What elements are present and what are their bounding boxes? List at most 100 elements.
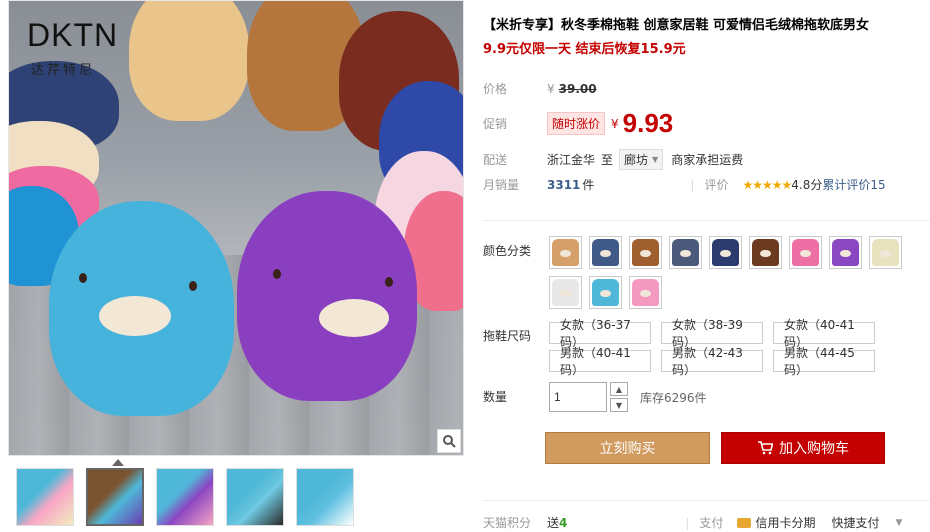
add-to-cart-label: 加入购物车	[779, 441, 849, 457]
credit-card-installment[interactable]: 信用卡分期	[755, 514, 815, 531]
divider-bar: |	[690, 177, 695, 192]
product-title: 【米折专享】秋冬季棉拖鞋 创意家居鞋 可爱情侣毛绒棉拖软底男女	[483, 18, 870, 33]
color-swatch[interactable]	[749, 236, 782, 269]
points-give: 送	[547, 516, 560, 530]
bear-eye	[385, 277, 393, 287]
price-tag-badge: 随时涨价	[547, 112, 606, 135]
product-thumbnail[interactable]	[226, 468, 284, 526]
bottom-info-row: 天猫积分 送 4 | 支付 信用卡分期 快捷支付 ▼	[483, 514, 930, 531]
bear-eye	[189, 281, 197, 291]
color-swatch[interactable]	[629, 276, 662, 309]
promo-label: 促销	[483, 117, 508, 131]
shipping-label: 配送	[483, 153, 508, 167]
bear-face	[99, 296, 171, 336]
ship-to-word: 至	[601, 153, 614, 167]
stock-count: 库存6296件	[640, 390, 707, 405]
color-swatch[interactable]	[549, 276, 582, 309]
swatch-image	[592, 239, 619, 266]
size-label: 拖鞋尺码	[483, 329, 532, 343]
ship-from: 浙江金华	[547, 153, 596, 167]
color-swatch[interactable]	[549, 236, 582, 269]
product-thumbnail[interactable]	[86, 468, 144, 526]
color-swatch[interactable]	[709, 236, 742, 269]
quantity-stepper: ▲ ▼ 库存6296件	[549, 382, 707, 412]
magnifier-icon[interactable]	[437, 429, 461, 453]
add-to-cart-button[interactable]: 加入购物车	[721, 432, 885, 464]
sales-row: 月销量 3311 件 | 评价 ★★★★★ 4.8分 累计评价15	[483, 176, 886, 193]
swatch-image	[552, 239, 579, 266]
swatch-image	[672, 239, 699, 266]
color-swatch[interactable]	[629, 236, 662, 269]
size-option-list: 女款（36-37码） 女款（38-39码） 女款（40-41码） 男款（40-41码）…	[549, 318, 929, 377]
bear-eye	[79, 273, 87, 283]
credit-card-icon	[737, 517, 752, 528]
shipping-row: 配送 浙江金华 至 廊坊 ▼ 商家承担运费	[483, 149, 743, 170]
quantity-label: 数量	[483, 390, 508, 404]
color-swatch[interactable]	[669, 236, 702, 269]
chevron-down-icon[interactable]: ▼	[610, 398, 628, 412]
promo-text: 9.9元仅限一天 结束后恢复15.9元	[483, 42, 686, 57]
color-label: 颜色分类	[483, 244, 532, 258]
product-thumbnail[interactable]	[16, 468, 74, 526]
original-price: 39.00	[558, 81, 597, 96]
promo-price-row: 促销 随时涨价 ¥ 9.93	[483, 108, 673, 139]
chevron-up-icon[interactable]: ▲	[610, 382, 628, 396]
color-swatch[interactable]	[589, 236, 622, 269]
price-label: 价格	[483, 82, 508, 96]
swatch-image	[592, 279, 619, 306]
product-page: DKTN 达芹特尼 【米折专享】秋冬季棉拖鞋 创意家居鞋 可爱情侣毛绒棉拖软底男…	[0, 0, 930, 532]
review-count-link[interactable]: 累计评价15	[822, 176, 885, 193]
swatch-image	[632, 239, 659, 266]
points-value: 4	[559, 515, 568, 530]
swatch-image	[872, 239, 899, 266]
product-thumbnail[interactable]	[156, 468, 214, 526]
pay-label: 支付	[699, 516, 724, 530]
size-option[interactable]: 男款（42-43码）	[661, 346, 763, 377]
quantity-arrows: ▲ ▼	[610, 382, 628, 412]
thumbnail-pointer	[112, 459, 124, 466]
bear-eye	[273, 269, 281, 279]
size-option[interactable]: 女款（40-41码）	[773, 318, 875, 349]
color-swatch[interactable]	[789, 236, 822, 269]
size-option[interactable]: 女款（38-39码）	[661, 318, 763, 349]
rating-score: 4.8分	[791, 178, 823, 192]
main-product-image[interactable]: DKTN 达芹特尼	[8, 0, 464, 456]
quantity-input[interactable]	[549, 382, 607, 412]
thumbnail-strip	[16, 468, 354, 526]
points-label: 天猫积分	[483, 516, 532, 530]
price-row: 价格 ¥ 39.00	[483, 80, 597, 97]
quick-pay[interactable]: 快捷支付	[831, 514, 879, 531]
chevron-down-icon[interactable]: ▼	[895, 518, 902, 528]
sales-count: 3311	[547, 177, 581, 192]
product-thumbnail[interactable]	[296, 468, 354, 526]
divider-bar: |	[685, 515, 690, 530]
brand-logo: DKTN	[27, 17, 119, 53]
size-option[interactable]: 男款（40-41码）	[549, 346, 651, 377]
swatch-image	[712, 239, 739, 266]
color-swatch[interactable]	[829, 236, 862, 269]
size-option[interactable]: 男款（44-45码）	[773, 346, 875, 377]
swatch-image	[792, 239, 819, 266]
swatch-image	[832, 239, 859, 266]
destination-city-select[interactable]: 廊坊 ▼	[619, 149, 664, 170]
buy-now-button[interactable]: 立刻购买	[545, 432, 710, 464]
currency-symbol: ¥	[611, 116, 619, 131]
star-rating-icon: ★★★★★	[742, 177, 792, 192]
review-label: 评价	[704, 178, 729, 192]
shipping-fee: 商家承担运费	[671, 153, 744, 167]
chevron-down-icon: ▼	[652, 155, 659, 164]
promo-price: 9.93	[622, 108, 674, 138]
size-option[interactable]: 女款（36-37码）	[549, 318, 651, 349]
swatch-image	[752, 239, 779, 266]
color-swatch[interactable]	[869, 236, 902, 269]
bear-face	[319, 299, 389, 337]
section-divider	[483, 500, 930, 501]
color-swatch[interactable]	[589, 276, 622, 309]
swatch-image	[632, 279, 659, 306]
slipper-image	[129, 1, 249, 121]
currency-symbol: ¥	[547, 81, 555, 96]
section-divider	[483, 220, 930, 221]
blue-slipper-image	[49, 201, 234, 416]
sales-unit: 件	[582, 178, 595, 192]
sales-label: 月销量	[483, 178, 520, 192]
